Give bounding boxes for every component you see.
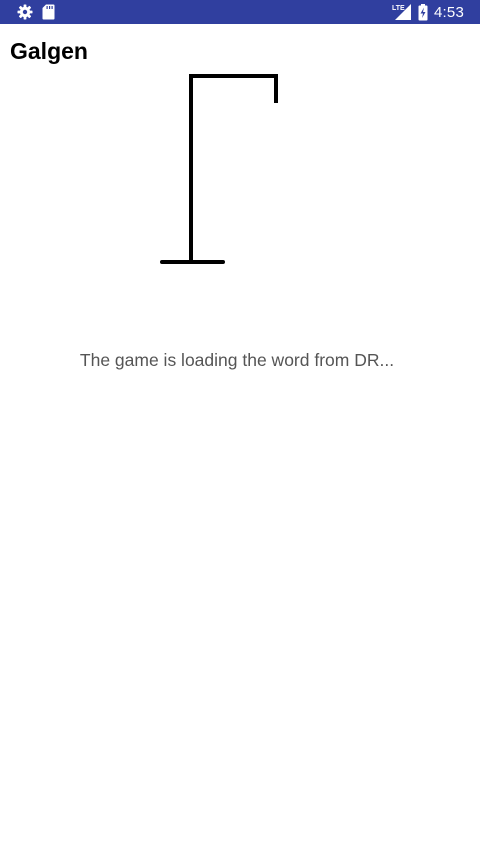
game-status-message: The game is loading the word from DR...: [79, 350, 395, 370]
hangman-drawing: [160, 74, 278, 264]
